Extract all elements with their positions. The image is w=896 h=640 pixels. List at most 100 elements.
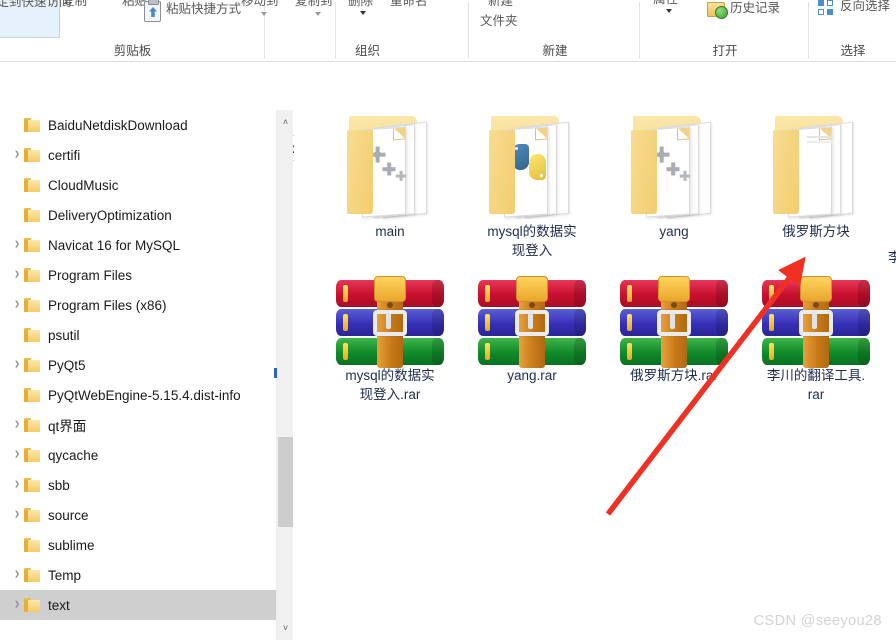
clipped-item-label: 李 (888, 250, 896, 265)
tree-item-label: PyQt5 (48, 357, 86, 373)
chevron-right-icon[interactable]: ❯ (10, 500, 24, 530)
tree-item-3[interactable]: DeliveryOptimization (0, 200, 276, 230)
folder-icon (24, 208, 40, 222)
tree-item-0[interactable]: BaiduNetdiskDownload (0, 110, 276, 140)
chevron-down-icon[interactable] (315, 12, 321, 16)
ribbon-toolbar: 固定到快速访问 复制 粘贴 粘贴快捷方式 剪贴板 移动到 复制到 删除 重命名 … (0, 0, 896, 62)
ribbon-separator (264, 2, 265, 58)
new-folder-button[interactable]: 文件夹 (480, 14, 518, 29)
rename-button[interactable]: 重命名 (390, 0, 428, 9)
ribbon-group-label-organize: 组织 (354, 44, 380, 58)
folder-icon (24, 358, 40, 372)
file-item[interactable]: 俄罗斯方块.rar (603, 276, 745, 385)
tree-item-label: Temp (48, 567, 82, 583)
file-item[interactable]: 俄罗斯方块 (745, 110, 887, 241)
tree-item-8[interactable]: ❯ PyQt5 (0, 350, 276, 380)
move-to-button[interactable]: 移动到 (241, 0, 279, 9)
invert-selection-icon (818, 0, 834, 16)
chevron-right-icon[interactable]: ❯ (10, 260, 24, 290)
history-button[interactable]: 历史记录 (730, 1, 780, 16)
tree-item-label: psutil (48, 327, 80, 343)
tree-item-15[interactable]: ❯ Temp (0, 560, 276, 590)
folder-icon (24, 538, 40, 552)
file-item[interactable]: mysql的数据实 现登入 (461, 110, 603, 260)
paste-shortcut-button[interactable]: 粘贴快捷方式 (166, 2, 241, 17)
file-item[interactable]: main (319, 110, 461, 241)
folder-icon (24, 148, 40, 162)
tree-item-2[interactable]: CloudMusic (0, 170, 276, 200)
tree-item-14[interactable]: sublime (0, 530, 276, 560)
scrollbar-thumb[interactable] (278, 437, 293, 527)
file-list-view[interactable]: main mysql的数据实 现登入 yang 俄罗斯方块 mysql的数据实 现登入.… (294, 110, 896, 640)
folder-icon (24, 568, 40, 582)
file-item[interactable]: yang (603, 110, 745, 241)
chevron-down-icon[interactable] (666, 9, 672, 13)
file-item[interactable]: yang.rar (461, 276, 603, 385)
chevron-down-icon[interactable]: ˅ (277, 619, 294, 636)
tree-item-label: BaiduNetdiskDownload (48, 117, 188, 133)
open-folder-plain-icon (763, 110, 869, 222)
chevron-right-icon[interactable]: ❯ (10, 590, 24, 620)
chevron-down-icon[interactable] (360, 11, 366, 15)
tree-item-label: text (48, 597, 70, 613)
folder-icon (24, 418, 40, 432)
properties-button[interactable]: 属性 (653, 0, 678, 7)
chevron-up-icon[interactable]: ˄ (277, 113, 294, 130)
ribbon-separator (468, 2, 469, 58)
tree-item-label: source (48, 507, 89, 523)
folder-icon (24, 328, 40, 342)
tree-item-label: DeliveryOptimization (48, 207, 172, 223)
file-item-label: main (375, 224, 405, 239)
new-item-button[interactable]: 新建 (488, 0, 513, 9)
tree-item-7[interactable]: psutil (0, 320, 276, 350)
tree-item-5[interactable]: ❯ Program Files (0, 260, 276, 290)
delete-button[interactable]: 删除 (348, 0, 373, 9)
copy-button[interactable]: 复制 (62, 0, 87, 9)
ribbon-group-new: 新建 文件夹 新建 (470, 0, 640, 61)
chevron-right-icon[interactable]: ❯ (10, 350, 24, 380)
invert-selection-button[interactable]: 反向选择 (840, 0, 890, 14)
tree-item-16[interactable]: ❯ text (0, 590, 276, 620)
tree-item-4[interactable]: ❯ Navicat 16 for MySQL (0, 230, 276, 260)
tree-item-9[interactable]: PyQtWebEngine-5.15.4.dist-info (0, 380, 276, 410)
chevron-right-icon[interactable]: ❯ (10, 410, 24, 440)
winrar-icon (478, 276, 586, 368)
open-folder-gears-icon (337, 110, 443, 222)
ribbon-group-label-select: 选择 (840, 44, 866, 58)
tree-item-label: Program Files (x86) (48, 297, 167, 313)
tree-item-13[interactable]: ❯ source (0, 500, 276, 530)
chevron-right-icon[interactable]: ❯ (10, 470, 24, 500)
tree-item-11[interactable]: ❯ qycache (0, 440, 276, 470)
file-item[interactable]: 李川的翻译工具. rar (745, 276, 887, 404)
tree-item-10[interactable]: ❯ qt界面 (0, 410, 276, 440)
open-folder-python-icon (479, 110, 585, 222)
tree-item-label: CloudMusic (48, 177, 119, 193)
navigation-pane-scrollbar[interactable]: ˄ ˅ (276, 110, 293, 640)
address-bar: → ˅ ↑ › 我的电脑 › 新加卷 (E:) › text › pyinsta… (0, 62, 896, 161)
pin-to-quick-access-button[interactable]: 固定到快速访问 (0, 0, 72, 10)
chevron-down-icon[interactable] (261, 12, 267, 16)
watermark-text: CSDN @seeyou28 (753, 613, 882, 629)
file-explorer-window: 固定到快速访问 复制 粘贴 粘贴快捷方式 剪贴板 移动到 复制到 删除 重命名 … (0, 0, 896, 640)
copy-to-button[interactable]: 复制到 (295, 0, 333, 9)
tree-item-label: certifi (48, 147, 81, 163)
tree-item-label: sbb (48, 477, 70, 493)
history-icon (707, 2, 728, 19)
ribbon-group-open: 属性 历史记录 打开 (641, 0, 809, 61)
tree-item-1[interactable]: ❯ certifi (0, 140, 276, 170)
tree-item-6[interactable]: ❯ Program Files (x86) (0, 290, 276, 320)
file-item[interactable]: mysql的数据实 现登入.rar (319, 276, 461, 404)
navigation-pane[interactable]: BaiduNetdiskDownload ❯ certifi CloudMusic De… (0, 110, 276, 640)
folder-icon (24, 118, 40, 132)
tree-item-12[interactable]: ❯ sbb (0, 470, 276, 500)
chevron-right-icon[interactable]: ❯ (10, 140, 24, 170)
folder-icon (24, 298, 40, 312)
file-item-label: 李川的翻译工具. rar (766, 368, 866, 402)
chevron-right-icon[interactable]: ❯ (10, 290, 24, 320)
file-item-label: 俄罗斯方块.rar (630, 368, 718, 383)
chevron-right-icon[interactable]: ❯ (10, 440, 24, 470)
folder-icon (24, 238, 40, 252)
chevron-right-icon[interactable]: ❯ (10, 230, 24, 260)
chevron-right-icon[interactable]: ❯ (10, 560, 24, 590)
folder-icon (24, 178, 40, 192)
